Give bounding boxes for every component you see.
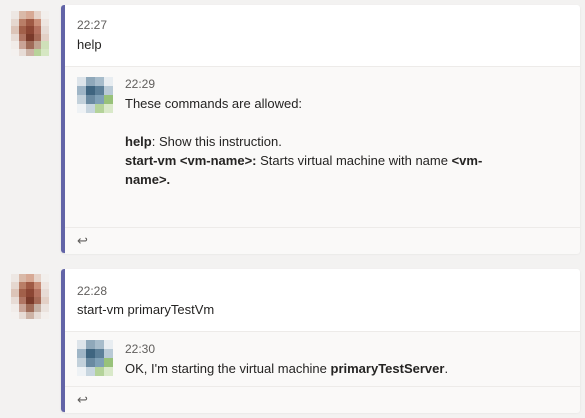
message-text: start-vm primaryTestVm [77, 302, 215, 317]
reply-text-suffix: . [444, 361, 449, 376]
command-name: start-vm <vm-name>: [125, 153, 257, 168]
vm-name: primaryTestServer [330, 361, 445, 376]
message-text: help [77, 37, 102, 52]
reply-footer: ↩ [65, 386, 580, 413]
message-thread: 22:28 start-vm primaryTestVm 22:30 OK, I… [61, 269, 580, 413]
reply-intro: These commands are allowed: [125, 96, 303, 111]
bot-reply: 22:29 These commands are allowed: help: … [65, 66, 580, 227]
reply-footer: ↩ [65, 227, 580, 254]
reply-time: 22:29 [125, 77, 156, 91]
reply-time: 22:30 [125, 342, 156, 356]
command-name: help [125, 134, 152, 149]
message-time: 22:27 [77, 18, 108, 32]
reply-arrow-icon[interactable]: ↩ [77, 392, 88, 408]
reply-text-prefix: OK, I'm starting the virtual machine [125, 361, 331, 376]
command-description: Show this instruction. [158, 134, 282, 149]
bot-avatar [77, 77, 113, 113]
command-arg: name>. [125, 172, 171, 187]
command-description: Starts virtual machine with name [256, 153, 452, 168]
bot-reply: 22:30 OK, I'm starting the virtual machi… [65, 331, 580, 386]
command-help: help: Show this instruction. [125, 132, 566, 151]
reply-body: 22:30 OK, I'm starting the virtual machi… [125, 342, 566, 378]
command-arg: <vm- [451, 153, 483, 168]
user-avatar[interactable] [11, 274, 49, 319]
message-time: 22:28 [77, 284, 108, 298]
bot-avatar [77, 340, 113, 376]
reply-body: 22:29 These commands are allowed: help: … [125, 77, 566, 189]
user-avatar[interactable] [11, 11, 49, 56]
command-separator: : [151, 134, 159, 149]
chat-canvas: 22:27 help 22:29 These commands are allo… [0, 0, 585, 418]
message-thread: 22:27 help 22:29 These commands are allo… [61, 5, 580, 254]
reply-arrow-icon[interactable]: ↩ [77, 233, 88, 249]
reply-text: OK, I'm starting the virtual machine pri… [125, 359, 566, 378]
command-start-vm: start-vm <vm-name>: Starts virtual machi… [125, 151, 566, 189]
